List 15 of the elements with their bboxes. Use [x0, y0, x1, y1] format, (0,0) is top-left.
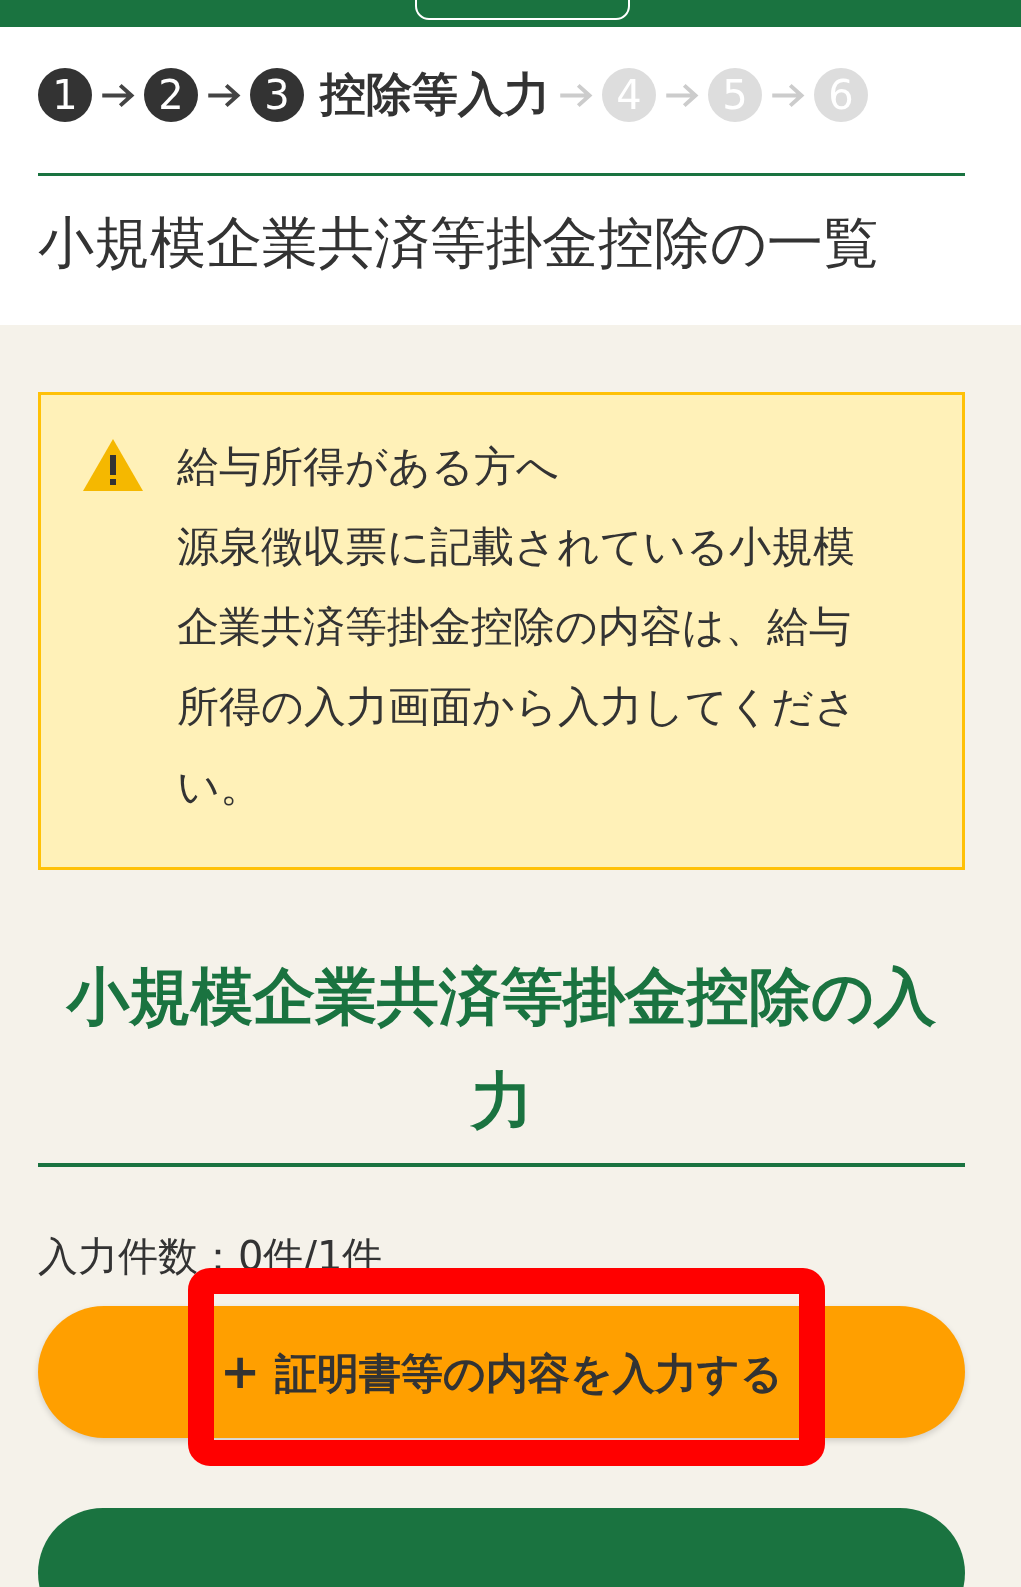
- step-number: 3: [250, 68, 304, 122]
- step-number: 1: [38, 68, 92, 122]
- arrow-icon: [100, 81, 136, 109]
- notice-text: 源泉徴収票に記載されている小規模企業共済等掛金控除の内容は、給与所得の入力画面から入力してください。: [177, 521, 858, 813]
- arrow-icon: [206, 81, 242, 109]
- warning-icon: [81, 437, 145, 493]
- step-label: 控除等入力: [320, 66, 550, 123]
- section-heading: 小規模企業共済等掛金控除の入力: [66, 959, 937, 1139]
- arrow-icon: [770, 81, 806, 109]
- arrow-icon: [664, 81, 700, 109]
- arrow-icon: [558, 81, 594, 109]
- add-button[interactable]: + 証明書等の内容を入力する: [38, 1306, 965, 1438]
- page-title: 小規模企業共済等掛金控除の一覧: [38, 209, 880, 277]
- step-number: 2: [144, 68, 198, 122]
- notice-heading: 給与所得がある方へ: [177, 441, 560, 493]
